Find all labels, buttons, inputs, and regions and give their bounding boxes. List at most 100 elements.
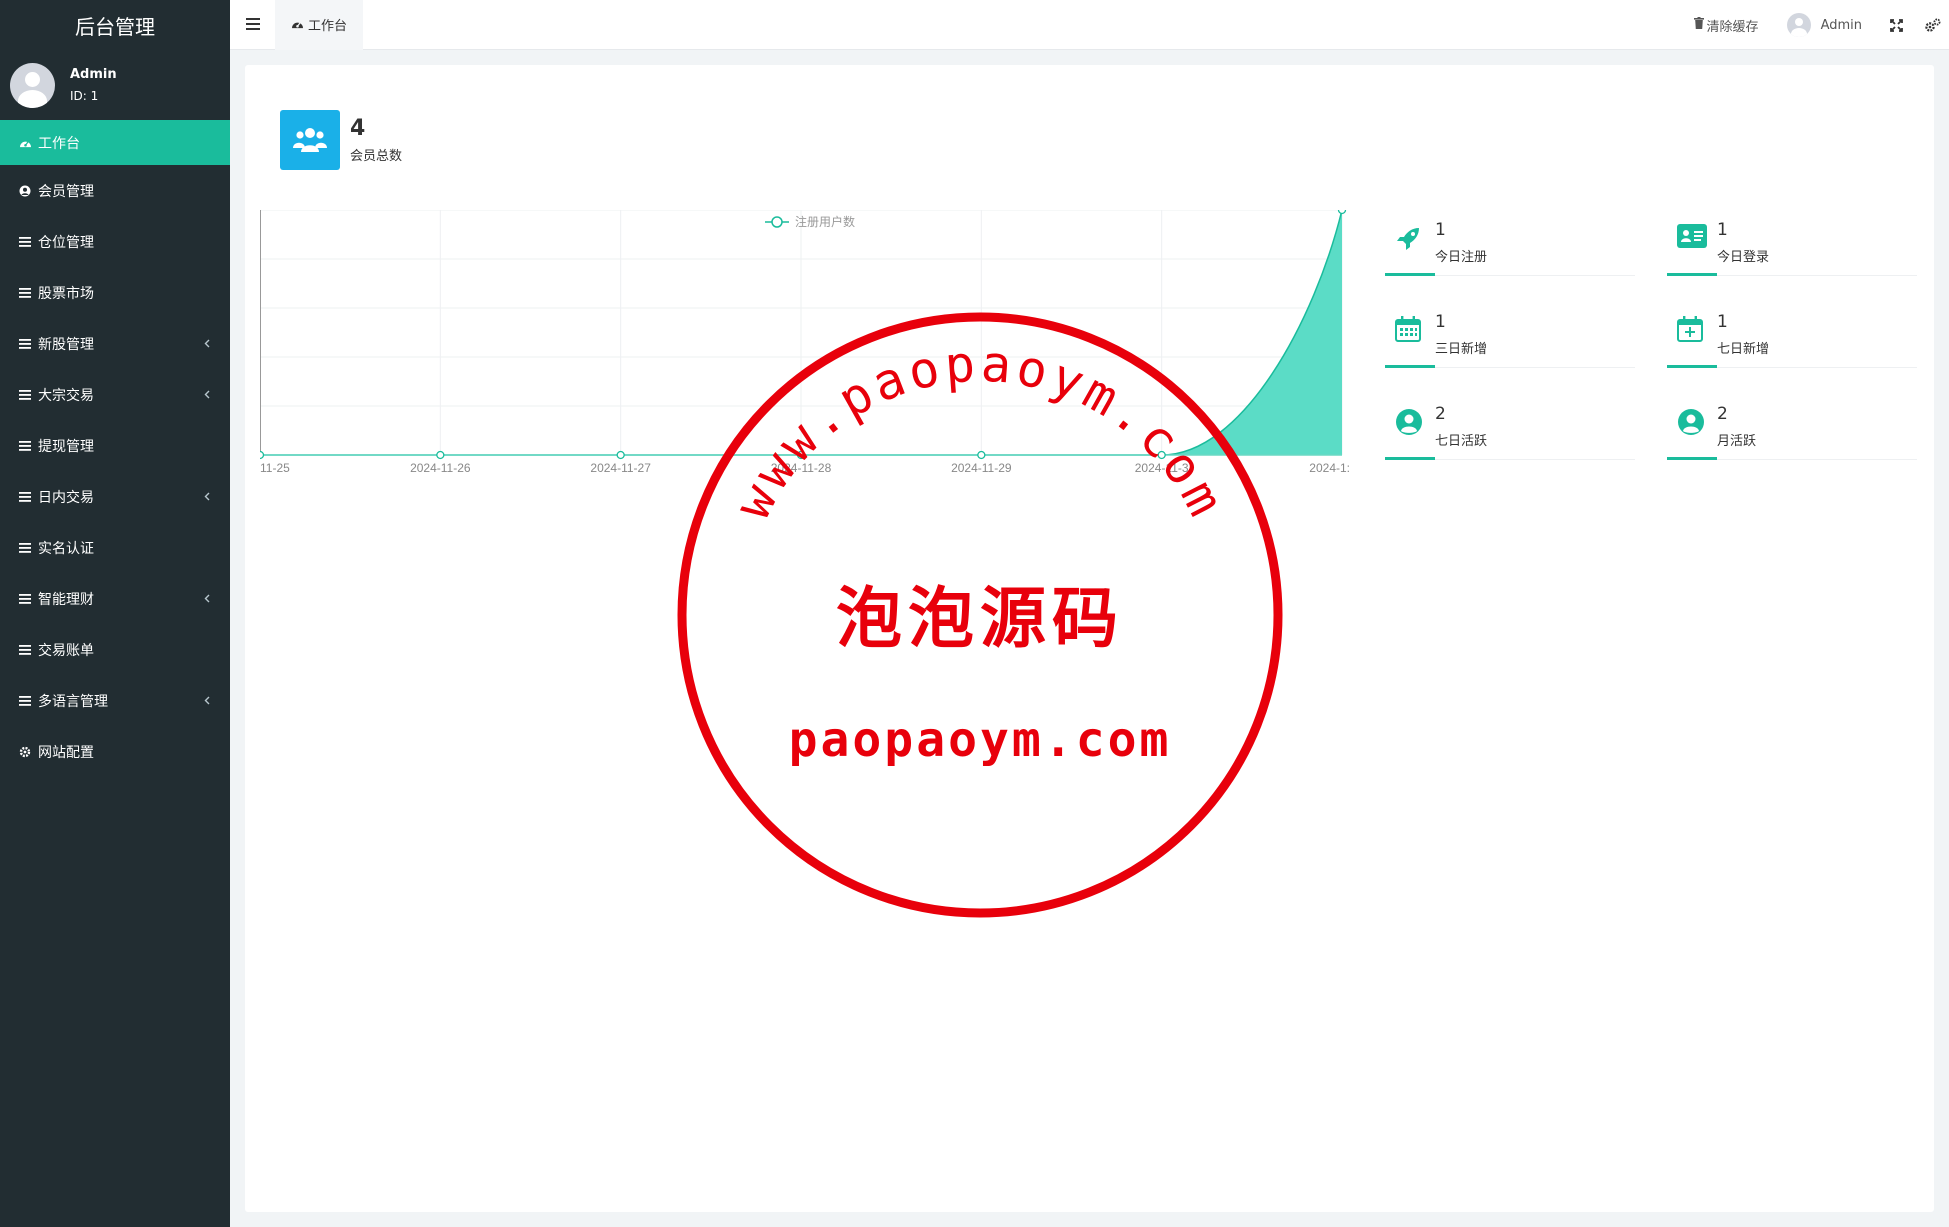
avatar <box>1786 13 1811 37</box>
id-card-icon <box>1677 224 1707 252</box>
stat-card: 2 月活跃 <box>1667 394 1917 460</box>
stat-value: 1 <box>1717 220 1728 240</box>
list-icon <box>18 236 32 247</box>
list-icon <box>18 287 32 298</box>
sidebar-item-0[interactable]: 工作台 <box>0 120 230 165</box>
sidebar-item-label: 实名认证 <box>38 540 94 557</box>
x-tick-label: 2024-11-26 <box>410 461 471 475</box>
user-circle-icon <box>18 185 32 197</box>
fullscreen-icon[interactable] <box>1890 18 1903 32</box>
chevron-left-icon <box>204 490 210 504</box>
stat-label: 七日新增 <box>1717 342 1770 357</box>
data-point <box>616 450 625 460</box>
member-total-card: 4 会员总数 <box>280 110 402 170</box>
sidebar-item-label: 仓位管理 <box>38 234 94 251</box>
x-tick-label: 2024-11-27 <box>590 461 651 475</box>
sidebar-item-6[interactable]: 提现管理 <box>0 420 230 471</box>
stat-card: 1 今日登录 <box>1667 210 1917 276</box>
stat-value: 1 <box>1435 220 1446 240</box>
stat-label: 今日注册 <box>1435 250 1488 265</box>
sidebar-item-label: 新股管理 <box>38 336 94 353</box>
stat-label: 三日新增 <box>1435 342 1488 357</box>
clear-cache-label: 清除缓存 <box>1706 19 1759 35</box>
registration-chart: 11-25 2024-11-26 2024-11-27 2024-11-28 2024-… <box>255 205 1350 510</box>
sidebar-item-2[interactable]: 仓位管理 <box>0 216 230 267</box>
rocket-icon <box>1395 224 1423 252</box>
gear-icon <box>18 746 32 758</box>
users-icon <box>280 110 340 170</box>
data-point <box>436 450 445 460</box>
data-point <box>977 450 986 460</box>
sidebar: 后台管理 Admin ID: 1 工作台会员管理仓位管理股票市场新股管理大宗交易… <box>0 0 230 1227</box>
sidebar-item-4[interactable]: 新股管理 <box>0 318 230 369</box>
avatar <box>10 62 55 108</box>
chevron-left-icon <box>204 694 210 708</box>
list-icon <box>18 389 32 400</box>
sidebar-item-5[interactable]: 大宗交易 <box>0 369 230 420</box>
member-total-label: 会员总数 <box>350 149 403 164</box>
sidebar-item-label: 股票市场 <box>38 285 94 302</box>
chevron-left-icon <box>204 388 210 402</box>
legend-marker[interactable] <box>771 216 783 228</box>
chart-svg: 11-25 2024-11-26 2024-11-27 2024-11-28 2024-… <box>255 205 1350 475</box>
list-icon <box>18 338 32 349</box>
stat-value: 1 <box>1435 312 1446 332</box>
user-menu[interactable]: Admin <box>1786 13 1862 37</box>
sidebar-item-label: 智能理财 <box>38 591 94 608</box>
x-tick-label: 2024-11-29 <box>951 461 1012 475</box>
sidebar-item-label: 会员管理 <box>38 183 94 200</box>
sidebar-item-11[interactable]: 多语言管理 <box>0 675 230 726</box>
list-icon <box>18 593 32 604</box>
stat-label: 月活跃 <box>1717 434 1757 449</box>
list-icon <box>18 695 32 706</box>
sidebar-item-label: 多语言管理 <box>38 693 108 710</box>
calendar-icon <box>1395 316 1423 344</box>
sidebar-item-label: 网站配置 <box>38 744 94 761</box>
sidebar-item-12[interactable]: 网站配置 <box>0 726 230 777</box>
legend-label[interactable]: 注册用户数 <box>795 214 855 229</box>
stat-value: 1 <box>1717 312 1728 332</box>
user-name: Admin <box>70 67 117 82</box>
top-header: 工作台 清除缓存 Admin <box>230 0 1949 50</box>
sidebar-item-1[interactable]: 会员管理 <box>0 165 230 216</box>
sidebar-item-9[interactable]: 智能理财 <box>0 573 230 624</box>
x-tick-label: 2024-11-28 <box>771 461 832 475</box>
user-id: ID: 1 <box>70 89 99 103</box>
member-total-value: 4 <box>350 116 366 141</box>
x-tick-label: 2024-1: <box>1309 461 1350 475</box>
list-icon <box>18 440 32 451</box>
tab-dashboard[interactable]: 工作台 <box>275 0 364 50</box>
stat-card: 1 今日注册 <box>1385 210 1635 276</box>
tab-label: 工作台 <box>308 19 348 34</box>
list-icon <box>18 542 32 553</box>
data-point <box>1157 450 1166 460</box>
sidebar-item-8[interactable]: 实名认证 <box>0 522 230 573</box>
stat-label: 七日活跃 <box>1435 434 1488 449</box>
trash-icon <box>1693 17 1704 33</box>
dashboard-icon <box>18 137 32 148</box>
data-point <box>796 450 806 460</box>
settings-gears-icon[interactable] <box>1925 18 1941 32</box>
sidebar-item-3[interactable]: 股票市场 <box>0 267 230 318</box>
list-icon <box>18 644 32 655</box>
user-panel: Admin ID: 1 <box>0 50 230 120</box>
x-tick-label: 11-25 <box>260 461 290 475</box>
stat-label: 今日登录 <box>1717 250 1770 265</box>
stat-card: 2 七日活跃 <box>1385 394 1635 460</box>
sidebar-item-10[interactable]: 交易账单 <box>0 624 230 675</box>
sidebar-item-7[interactable]: 日内交易 <box>0 471 230 522</box>
list-icon <box>18 491 32 502</box>
sidebar-item-label: 提现管理 <box>38 438 94 455</box>
chevron-left-icon <box>204 592 210 606</box>
sidebar-toggle-icon[interactable] <box>230 15 275 34</box>
sidebar-item-label: 日内交易 <box>38 489 94 506</box>
sidebar-item-label: 交易账单 <box>38 642 94 659</box>
data-point <box>255 450 265 460</box>
clear-cache-button[interactable]: 清除缓存 <box>1693 16 1759 35</box>
stat-value: 2 <box>1717 404 1728 424</box>
brand-title[interactable]: 后台管理 <box>0 0 230 50</box>
user-circle-icon <box>1395 408 1423 436</box>
main-content: 4 会员总数 11-25 2024-11-26 2024-11-27 2024-11-… <box>245 65 1934 1212</box>
sidebar-menu: 工作台会员管理仓位管理股票市场新股管理大宗交易提现管理日内交易实名认证智能理财交… <box>0 120 230 777</box>
stat-card: 1 三日新增 <box>1385 302 1635 368</box>
